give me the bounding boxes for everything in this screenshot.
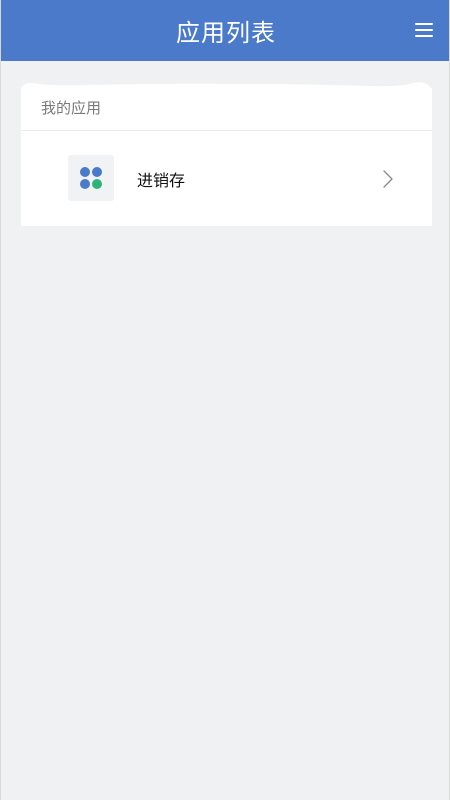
top-bar: 应用列表 [1,0,449,61]
my-apps-card: 我的应用 进销存 [21,80,432,226]
app-name: 进销存 [137,171,186,190]
menu-line [415,23,433,25]
app-list-item[interactable]: 进销存 [21,131,432,226]
menu-line [415,35,433,37]
menu-line [415,29,433,31]
hamburger-menu-icon[interactable] [415,21,433,39]
section-title: 我的应用 [41,99,102,117]
app-screen: 应用列表 我的应用 进销存 [0,0,450,800]
chevron-right-icon [383,170,393,188]
my-apps-section: 我的应用 进销存 [21,88,432,226]
clover-app-icon [68,155,114,201]
page-title: 应用列表 [176,19,276,47]
